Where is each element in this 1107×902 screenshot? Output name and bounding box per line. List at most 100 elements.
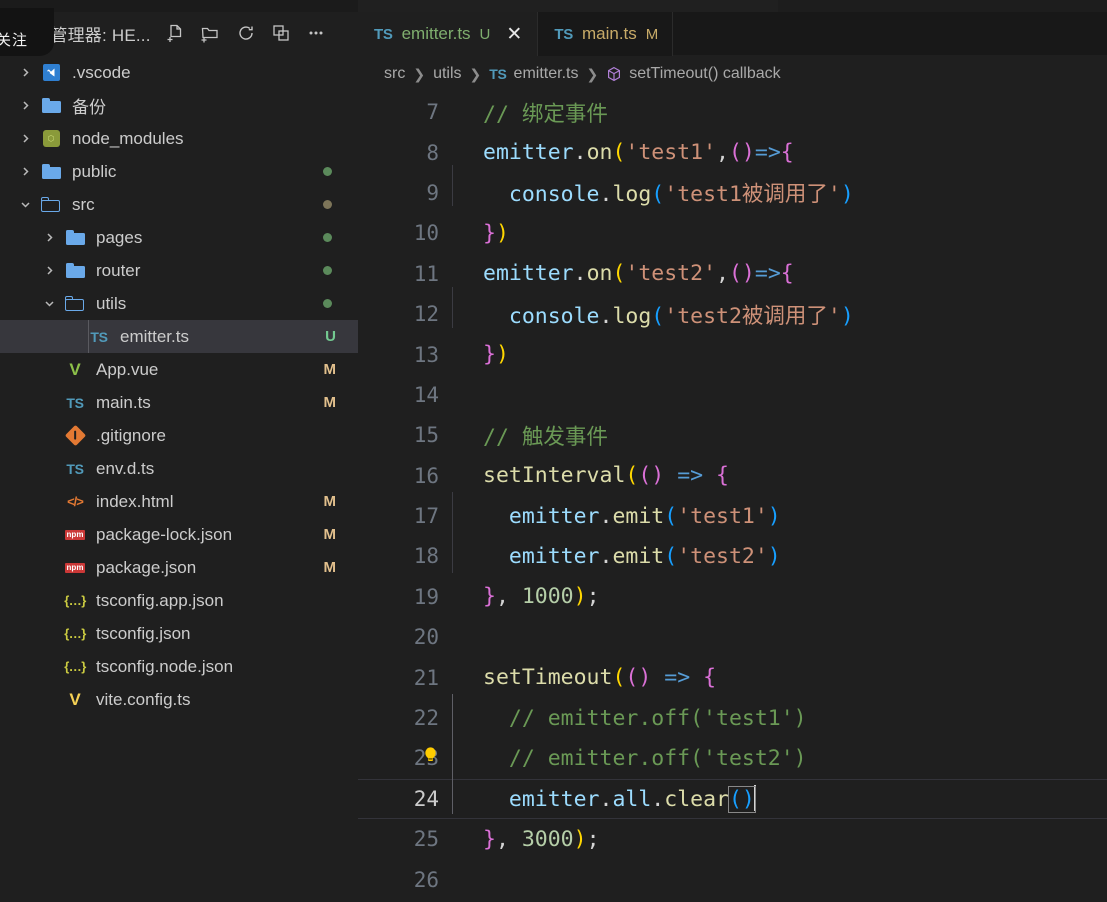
editor-tab-main-ts[interactable]: TSmain.tsM [538, 12, 673, 56]
code-token: ) [574, 827, 587, 852]
code-line-21[interactable]: 21setTimeout(() => { [358, 657, 1107, 697]
code-line-7[interactable]: 7// 绑定事件 [358, 92, 1107, 132]
code-token: 'test2' [625, 261, 716, 286]
code-line-9[interactable]: 9 console.log('test1被调用了') [358, 173, 1107, 213]
code-line-26[interactable]: 26 [358, 859, 1107, 899]
tree-item-package-lock-json[interactable]: npmpackage-lock.jsonM [0, 518, 358, 551]
chevron-right-icon[interactable] [14, 66, 36, 79]
code-token: ( [612, 140, 625, 165]
code-token: { [703, 665, 716, 690]
git-status-badge: M [324, 361, 337, 378]
chevron-right-icon[interactable] [38, 231, 60, 244]
git-status-badge: U [325, 328, 336, 345]
code-line-24[interactable]: 24 emitter.all.clear() [358, 779, 1107, 819]
code-line-22[interactable]: 22 // emitter.off('test1') [358, 698, 1107, 738]
tree-item-main-ts[interactable]: TSmain.tsM [0, 386, 358, 419]
tree-item-label: env.d.ts [96, 459, 358, 479]
code-line-8[interactable]: 8emitter.on('test1',()=>{ [358, 132, 1107, 172]
tree-item-utils[interactable]: utils [0, 287, 358, 320]
breadcrumb-item-emitter-ts[interactable]: TSemitter.ts [489, 65, 578, 83]
folder-icon [36, 98, 66, 113]
breadcrumb-item-src[interactable]: src [384, 65, 405, 83]
chevron-down-icon[interactable] [38, 297, 60, 310]
code-line-content: // emitter.off('test1') [450, 706, 1107, 731]
code-token: ) [742, 261, 755, 286]
tree-item-label: tsconfig.node.json [96, 657, 358, 677]
code-token: , [716, 140, 729, 165]
code-line-17[interactable]: 17 emitter.emit('test1') [358, 496, 1107, 536]
tree-item-pages[interactable]: pages [0, 221, 358, 254]
code-line-10[interactable]: 10}) [358, 213, 1107, 253]
code-line-13[interactable]: 13}) [358, 334, 1107, 374]
tree-item--vscode[interactable]: .vscode [0, 56, 358, 89]
new-folder-icon[interactable] [200, 22, 222, 44]
tree-item-router[interactable]: router [0, 254, 358, 287]
code-token: ( [664, 544, 677, 569]
tree-item-emitter-ts[interactable]: TSemitter.tsU [0, 320, 358, 353]
code-line-15[interactable]: 15// 触发事件 [358, 415, 1107, 455]
code-token: ; [587, 584, 600, 609]
more-actions-icon[interactable] [305, 22, 327, 44]
tree-item-vite-config-ts[interactable]: Vvite.config.ts [0, 683, 358, 716]
chevron-down-icon[interactable] [14, 198, 36, 211]
code-editor[interactable]: 7// 绑定事件8emitter.on('test1',()=>{9 conso… [358, 92, 1107, 902]
close-icon[interactable]: ✕ [505, 25, 523, 44]
refresh-icon[interactable] [235, 22, 257, 44]
tree-item-public[interactable]: public [0, 155, 358, 188]
new-file-icon[interactable] [165, 22, 187, 44]
code-token: ( [729, 261, 742, 286]
tree-item-tsconfig-node-json[interactable]: {…}tsconfig.node.json [0, 650, 358, 683]
tree-item-label: vite.config.ts [96, 690, 358, 710]
code-token: ) [638, 665, 651, 690]
code-line-19[interactable]: 19}, 1000); [358, 577, 1107, 617]
collapse-all-icon[interactable] [270, 22, 292, 44]
chevron-right-icon[interactable] [14, 132, 36, 145]
tree-item-package-json[interactable]: npmpackage.jsonM [0, 551, 358, 584]
code-line-25[interactable]: 25}, 3000); [358, 819, 1107, 859]
tab-bar-empty-space [673, 12, 1107, 56]
code-line-12[interactable]: 12 console.log('test2被调用了') [358, 294, 1107, 334]
tree-item-app-vue[interactable]: VApp.vueM [0, 353, 358, 386]
tree-item-src[interactable]: src [0, 188, 358, 221]
lightbulb-quickfix-icon[interactable] [422, 745, 439, 771]
tree-item-tsconfig-app-json[interactable]: {…}tsconfig.app.json [0, 584, 358, 617]
breadcrumb-item-settimeout-callback[interactable]: setTimeout() callback [606, 65, 780, 83]
tree-item-tsconfig-json[interactable]: {…}tsconfig.json [0, 617, 358, 650]
npm-file-icon: npm [60, 563, 90, 573]
tree-item-node-modules[interactable]: ⬡node_modules [0, 122, 358, 155]
tree-item--[interactable]: 备份 [0, 89, 358, 122]
code-token: log [612, 182, 651, 207]
file-tree[interactable]: .vscode备份⬡node_modulespublicsrcpagesrout… [0, 54, 358, 902]
code-line-content: console.log('test2被调用了') [450, 299, 1107, 330]
editor-tab-bar[interactable]: TSemitter.tsU✕TSmain.tsM [358, 12, 1107, 56]
tree-item-label: index.html [96, 492, 324, 512]
line-number: 11 [358, 262, 450, 286]
breadcrumb-label: setTimeout() callback [629, 65, 780, 83]
code-line-23[interactable]: 23 // emitter.off('test2') [358, 738, 1107, 778]
code-token: setInterval [483, 463, 625, 488]
code-line-11[interactable]: 11emitter.on('test2',()=>{ [358, 254, 1107, 294]
breadcrumb-item-utils[interactable]: utils [433, 65, 461, 83]
code-token: 'test2被调用了' [664, 304, 841, 329]
tree-item-index-html[interactable]: </>index.htmlM [0, 485, 358, 518]
chevron-right-icon[interactable] [14, 99, 36, 112]
code-line-16[interactable]: 16setInterval(() => { [358, 456, 1107, 496]
chevron-right-icon[interactable] [14, 165, 36, 178]
code-line-18[interactable]: 18 emitter.emit('test2') [358, 536, 1107, 576]
editor-tab-emitter-ts[interactable]: TSemitter.tsU✕ [358, 12, 538, 56]
breadcrumb-separator-icon: ❯ [413, 66, 425, 83]
chevron-right-icon[interactable] [38, 264, 60, 277]
line-number: 17 [358, 504, 450, 528]
code-line-content: emitter.all.clear() [450, 785, 1107, 812]
code-token: . [651, 787, 664, 812]
tree-item--gitignore[interactable]: .gitignore [0, 419, 358, 452]
code-token: ) [496, 221, 509, 246]
git-status-dot [323, 299, 332, 308]
breadcrumb[interactable]: src❯utils❯TSemitter.ts❯setTimeout() call… [358, 56, 1107, 92]
html-file-icon: </> [60, 494, 90, 509]
code-line-20[interactable]: 20 [358, 617, 1107, 657]
tree-item-env-d-ts[interactable]: TSenv.d.ts [0, 452, 358, 485]
explorer-sidebar: 资源管理器: HE... [0, 12, 358, 902]
code-line-14[interactable]: 14 [358, 375, 1107, 415]
code-token: => [755, 140, 781, 165]
